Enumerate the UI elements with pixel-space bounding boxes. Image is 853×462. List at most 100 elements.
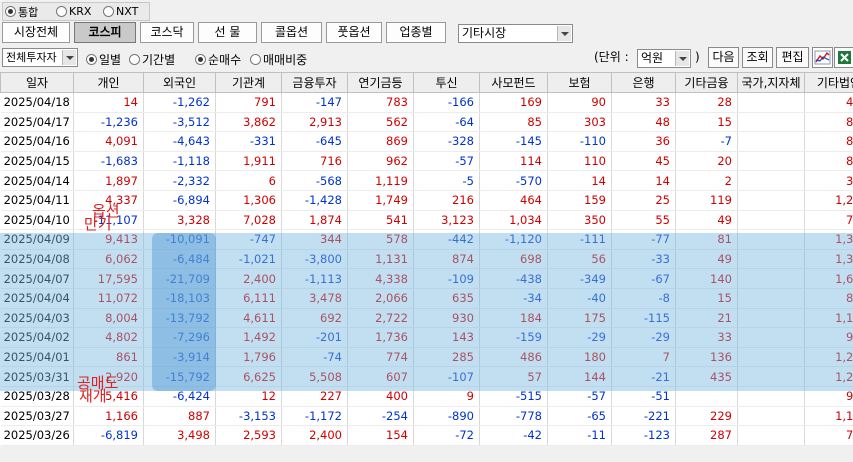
value-cell: -72 bbox=[413, 425, 480, 446]
value-cell: 972 bbox=[804, 327, 853, 348]
value-cell: 1,247 bbox=[804, 190, 853, 211]
date-cell: 2025/04/16 bbox=[0, 131, 74, 152]
edit-button[interactable]: 편집 bbox=[776, 47, 809, 68]
value-cell: 2,920 bbox=[73, 366, 144, 387]
value-cell: -331 bbox=[215, 131, 282, 152]
value-cell: 1,874 bbox=[281, 210, 348, 231]
value-cell: -34 bbox=[479, 288, 548, 309]
radio-dot-icon bbox=[103, 6, 114, 17]
radio-dot-icon bbox=[195, 54, 206, 65]
date-cell: 2025/03/28 bbox=[0, 386, 74, 407]
date-cell: 2025/04/02 bbox=[0, 327, 74, 348]
value-cell bbox=[737, 112, 805, 133]
select-value: 억원 bbox=[641, 51, 664, 65]
table-row[interactable]: 2025/04/07 17,595 -21,709 2,400 -1,113 4,338-… bbox=[0, 268, 853, 289]
value-cell: 55 bbox=[611, 210, 676, 231]
date-cell: 2025/04/15 bbox=[0, 151, 74, 172]
table-row[interactable]: 2025/04/09 9,413 -10,091 -747 344 578 -442 -1,1… bbox=[0, 229, 853, 250]
table-row[interactable]: 2025/04/18 14 -1,262 791 -147 783 -166 169 90 33 2… bbox=[0, 92, 853, 113]
table-row[interactable]: 2025/04/17 -1,236 -3,512 3,862 2,913 562 -64 85… bbox=[0, 112, 853, 133]
value-cell: 180 bbox=[547, 347, 612, 368]
value-cell: 20 bbox=[675, 151, 738, 172]
tab-all-market[interactable]: 시장전체 bbox=[2, 22, 70, 43]
value-cell: 899 bbox=[804, 112, 853, 133]
value-cell: -21 bbox=[611, 366, 676, 387]
value-cell: 859 bbox=[804, 151, 853, 172]
column-header[interactable]: 외국인 bbox=[143, 72, 216, 93]
radio-market-krx[interactable]: KRX bbox=[56, 3, 91, 20]
date-cell: 2025/03/27 bbox=[0, 406, 74, 427]
tab-put-option[interactable]: 풋옵션 bbox=[326, 22, 382, 43]
table-row[interactable]: 2025/04/02 4,802 -7,296 1,492 -201 1,736 143 -1… bbox=[0, 327, 853, 348]
value-cell bbox=[737, 406, 805, 427]
table-row[interactable]: 2025/04/03 8,004 -13,792 4,611 692 2,722 930 18… bbox=[0, 308, 853, 329]
table-row[interactable]: 2025/03/26 -6,819 3,498 2,593 2,400 154 -72 -42… bbox=[0, 425, 853, 446]
unit-select[interactable]: 억원 bbox=[637, 49, 691, 68]
value-cell: 56 bbox=[547, 249, 612, 270]
chart-icon[interactable] bbox=[812, 47, 833, 68]
date-cell: 2025/04/18 bbox=[0, 92, 74, 113]
column-header[interactable]: 보험 bbox=[547, 72, 612, 93]
column-header[interactable]: 기타금융 bbox=[675, 72, 738, 93]
tab-sector[interactable]: 업종별 bbox=[386, 22, 446, 43]
column-header[interactable]: 국가,지자체 bbox=[737, 72, 805, 93]
value-cell: -645 bbox=[281, 131, 348, 152]
table-row[interactable]: 2025/03/28 5,416 -6,424 12 227 400 9 -515 -57 -51… bbox=[0, 386, 853, 407]
table-row[interactable]: 2025/04/01 861 -3,914 1,796 -74 774 285 486 180 7… bbox=[0, 347, 853, 368]
query-button[interactable]: 조회 bbox=[742, 47, 773, 68]
unit-label-close: ) bbox=[695, 50, 700, 64]
value-cell: 861 bbox=[73, 347, 144, 368]
value-cell: -110 bbox=[547, 131, 612, 152]
value-cell: 753 bbox=[804, 210, 853, 231]
radio-market-integrated[interactable]: 통합 bbox=[5, 3, 38, 20]
column-header[interactable]: 은행 bbox=[611, 72, 676, 93]
value-cell: 3,862 bbox=[215, 112, 282, 133]
radio-net-buy[interactable]: 순매수 bbox=[195, 51, 241, 68]
next-button[interactable]: 다음 bbox=[708, 47, 739, 68]
radio-trade-ratio[interactable]: 매매비중 bbox=[250, 51, 307, 68]
table-row[interactable]: 2025/03/27 1,166 887 -3,153 -1,172 -254 -890 -7… bbox=[0, 406, 853, 427]
date-cell: 2025/03/31 bbox=[0, 366, 74, 387]
value-cell: 1,796 bbox=[215, 347, 282, 368]
value-cell: -57 bbox=[547, 386, 612, 407]
tab-kosdaq[interactable]: 코스닥 bbox=[140, 22, 194, 43]
radio-daily[interactable]: 일별 bbox=[86, 51, 121, 68]
value-cell: 9,413 bbox=[73, 229, 144, 250]
tab-kospi[interactable]: 코스피 bbox=[74, 22, 136, 43]
excel-icon[interactable] bbox=[834, 47, 853, 68]
table-row[interactable]: 2025/04/04 11,072 -18,103 6,111 3,478 2,066 63… bbox=[0, 288, 853, 309]
table-row[interactable]: 2025/04/14 1,897 -2,332 6 -568 1,119 -5 -570 14 1… bbox=[0, 170, 853, 191]
table-row[interactable]: 2025/04/11 4,337 -6,894 1,306 -1,428 1,749 216… bbox=[0, 190, 853, 211]
value-cell bbox=[737, 151, 805, 172]
tab-call-option[interactable]: 콜옵션 bbox=[261, 22, 322, 43]
column-header[interactable]: 기타법인 bbox=[804, 72, 853, 93]
tab-futures[interactable]: 선 물 bbox=[198, 22, 257, 43]
column-header[interactable]: 투신 bbox=[413, 72, 480, 93]
column-header[interactable]: 금융투자 bbox=[281, 72, 348, 93]
value-cell: 6,111 bbox=[215, 288, 282, 309]
column-header[interactable]: 개인 bbox=[73, 72, 144, 93]
column-header[interactable]: 사모펀드 bbox=[479, 72, 548, 93]
table-row[interactable]: 2025/03/31 2,920 -15,792 6,625 5,508 607 -107 5… bbox=[0, 366, 853, 387]
column-header[interactable]: 기관계 bbox=[215, 72, 282, 93]
radio-market-nxt[interactable]: NXT bbox=[103, 3, 138, 20]
table-row[interactable]: 2025/04/16 4,091 -4,643 -331 -645 869 -328 -145… bbox=[0, 131, 853, 152]
value-cell: 692 bbox=[281, 308, 348, 329]
value-cell: -57 bbox=[413, 151, 480, 172]
investor-select[interactable]: 전체투자자 bbox=[2, 48, 78, 67]
value-cell: 871 bbox=[804, 131, 853, 152]
unit-label: (단위 : bbox=[594, 50, 629, 64]
value-cell: 85 bbox=[479, 112, 548, 133]
value-cell: 154 bbox=[347, 425, 414, 446]
table-row[interactable]: 2025/04/10 -11,107 3,328 7,028 1,874 541 3,123… bbox=[0, 210, 853, 231]
column-header[interactable]: 일자 bbox=[0, 72, 74, 93]
other-market-select[interactable]: 기타시장 bbox=[458, 24, 573, 43]
table-row[interactable]: 2025/04/08 6,062 -6,484 -1,021 -3,800 1,131 87… bbox=[0, 249, 853, 270]
radio-period[interactable]: 기간별 bbox=[129, 51, 175, 68]
table-row[interactable]: 2025/04/15 -1,683 -1,118 1,911 716 962 -57 114 1… bbox=[0, 151, 853, 172]
column-header[interactable]: 연기금등 bbox=[347, 72, 414, 93]
investor-trend-table: 일자 개인 외국인 기관계 금융투자 연기금등 투신 사모펀드 보험 은행 기타금융 국가,지자체 기타… bbox=[0, 72, 853, 446]
value-cell: 229 bbox=[675, 406, 738, 427]
value-cell: 49 bbox=[675, 249, 738, 270]
value-cell: -6,894 bbox=[143, 190, 216, 211]
